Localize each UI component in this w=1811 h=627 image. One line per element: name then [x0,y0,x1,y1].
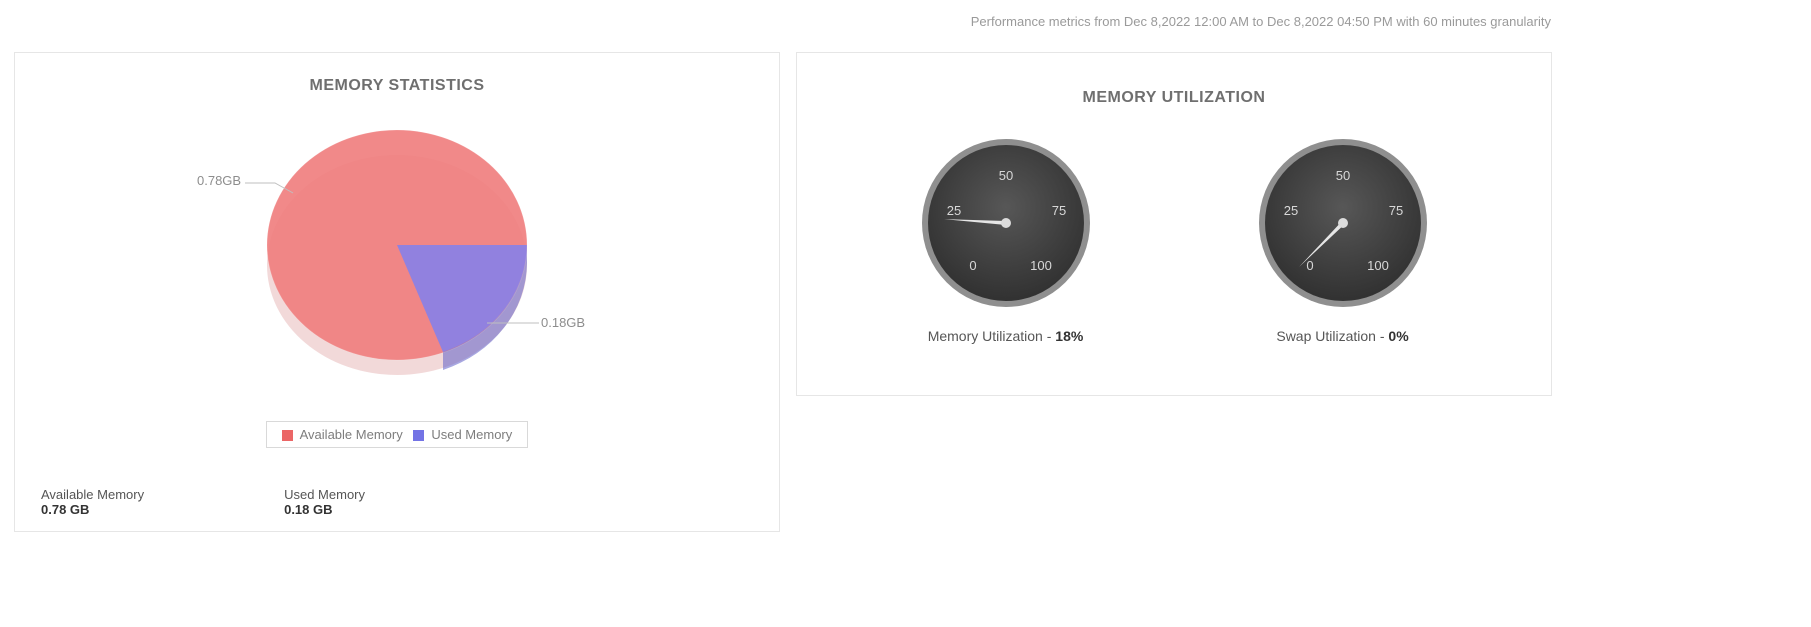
used-memory-stat: Used Memory 0.18 GB [284,487,365,517]
memory-statistics-pie: 0.78GB 0.18GB [15,95,779,415]
memory-statistics-values: Available Memory 0.78 GB Used Memory 0.1… [41,487,365,517]
gauge-tick-100: 100 [1030,258,1052,273]
stat-label: Used Memory [284,487,365,502]
square-icon [413,430,424,441]
gauge-row: 0 25 50 75 100 Memory Utilization - 18% … [797,135,1551,344]
gauge-tick-50: 50 [998,168,1012,183]
gauge-tick-25: 25 [946,203,960,218]
stat-value: 0.18 GB [284,502,365,517]
gauge-tick-50: 50 [1335,168,1349,183]
gauge-tick-100: 100 [1367,258,1389,273]
caption-value: 0% [1388,328,1408,344]
pie-slice-label-used: 0.18GB [541,315,585,330]
gauge-icon: 0 25 50 75 100 [1248,135,1438,310]
memory-utilization-caption: Memory Utilization - 18% [928,328,1084,344]
legend-label: Used Memory [431,427,512,442]
caption-value: 18% [1055,328,1083,344]
memory-utilization-title: MEMORY UTILIZATION [797,89,1551,107]
available-memory-stat: Available Memory 0.78 GB [41,487,144,517]
pie-icon [247,95,547,395]
leader-line-icon [245,165,305,195]
pie-legend: Available Memory Used Memory [266,421,528,448]
gauge-tick-25: 25 [1283,203,1297,218]
gauge-tick-75: 75 [1051,203,1065,218]
caption-prefix: Memory Utilization - [928,328,1056,344]
legend-item-available: Available Memory [282,427,403,442]
leader-line-icon [487,317,547,337]
performance-metrics-caption: Performance metrics from Dec 8,2022 12:0… [971,14,1551,29]
memory-statistics-title: MEMORY STATISTICS [15,77,779,95]
memory-utilization-panel: MEMORY UTILIZATION 0 25 50 75 100 [796,52,1552,396]
gauge-tick-0: 0 [1306,258,1313,273]
stat-value: 0.78 GB [41,502,144,517]
square-icon [282,430,293,441]
stat-label: Available Memory [41,487,144,502]
memory-utilization-gauge: 0 25 50 75 100 Memory Utilization - 18% [911,135,1101,344]
pie-slice-label-available: 0.78GB [197,173,241,188]
memory-statistics-panel: MEMORY STATISTICS 0.78GB 0.18GB [14,52,780,532]
caption-prefix: Swap Utilization - [1276,328,1388,344]
legend-item-used: Used Memory [413,427,513,442]
gauge-tick-75: 75 [1388,203,1402,218]
gauge-icon: 0 25 50 75 100 [911,135,1101,310]
swap-utilization-caption: Swap Utilization - 0% [1276,328,1408,344]
gauge-tick-0: 0 [969,258,976,273]
legend-label: Available Memory [300,427,403,442]
swap-utilization-gauge: 0 25 50 75 100 Swap Utilization - 0% [1248,135,1438,344]
